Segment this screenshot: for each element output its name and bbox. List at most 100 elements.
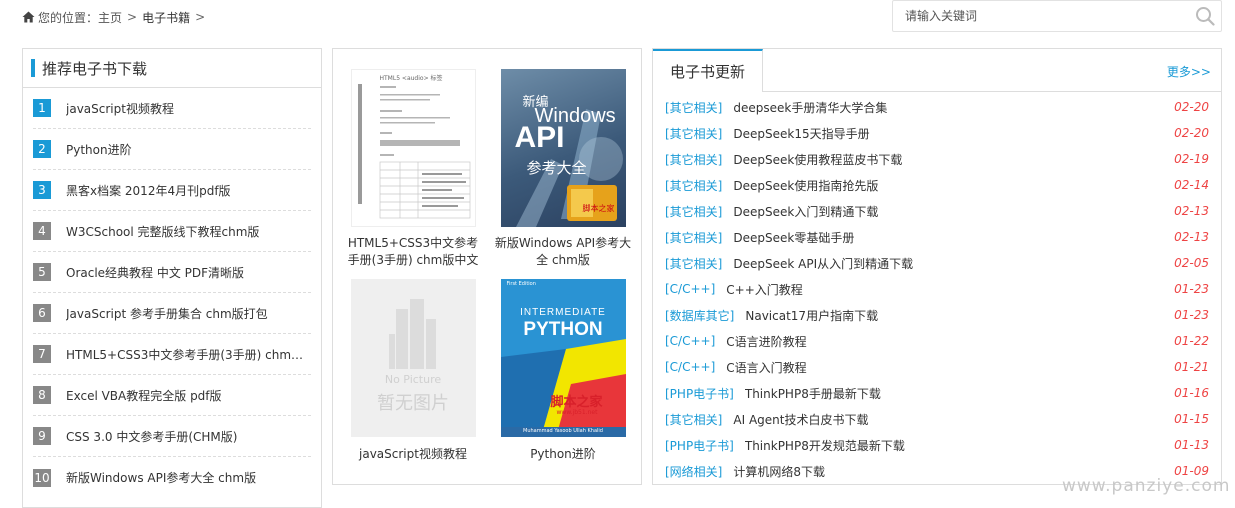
category-link[interactable]: [其它相关] — [665, 151, 722, 168]
list-item[interactable]: 4 W3CSchool 完整版线下教程chm版 — [33, 211, 311, 252]
ebook-link[interactable]: Navicat17用户指南下载 — [745, 307, 1169, 324]
rank-badge: 7 — [33, 345, 51, 363]
category-link[interactable]: [其它相关] — [665, 99, 722, 116]
ebook-link[interactable]: C语言进阶教程 — [726, 333, 1169, 350]
list-item: [C/C++] C语言进阶教程 01-22 — [665, 328, 1209, 354]
category-link[interactable]: [其它相关] — [665, 255, 722, 272]
list-item: [PHP电子书] ThinkPHP8手册最新下载 01-16 — [665, 380, 1209, 406]
list-item[interactable]: 7 HTML5+CSS3中文参考手册(3手册) chm版中文版 — [33, 334, 311, 375]
more-link[interactable]: 更多>> — [1167, 63, 1211, 80]
ebook-link[interactable]: ThinkPHP8开发规范最新下载 — [745, 437, 1169, 454]
rank-badge: 4 — [33, 222, 51, 240]
book-card[interactable]: First Edition INTERMEDIATE PYTHON 脚本之家 w… — [493, 279, 633, 463]
ebook-updates-panel: 电子书更新 更多>> [其它相关] deepseek手册清华大学合集 02-20 [… — [652, 48, 1222, 485]
cover-heading: HTML5 <audio> 标签 — [379, 75, 443, 82]
book-card[interactable]: HTML5 <audio> 标签 HTML5+CSS3中文参考手册(3手册) c… — [343, 69, 483, 269]
ebook-link[interactable]: AI Agent技术白皮书下载 — [733, 411, 1169, 428]
ebook-link[interactable]: DeepSeek入门到精通下载 — [733, 203, 1169, 220]
category-link[interactable]: [C/C++] — [665, 334, 715, 348]
category-link[interactable]: [C/C++] — [665, 282, 715, 296]
ebook-link[interactable]: 黑客x档案 2012年4月刊pdf版 — [66, 182, 231, 199]
update-date: 02-19 — [1174, 152, 1209, 166]
list-item[interactable]: 10 新版Windows API参考大全 chm版 — [33, 457, 311, 498]
list-item[interactable]: 6 JavaScript 参考手册集合 chm版打包 — [33, 293, 311, 334]
book-cover[interactable]: HTML5 <audio> 标签 — [350, 69, 476, 227]
list-item: [其它相关] AI Agent技术白皮书下载 01-15 — [665, 406, 1209, 432]
list-item[interactable]: 3 黑客x档案 2012年4月刊pdf版 — [33, 170, 311, 211]
list-item: [其它相关] DeepSeek使用指南抢先版 02-14 — [665, 172, 1209, 198]
category-link[interactable]: [PHP电子书] — [665, 385, 734, 402]
ebook-link[interactable]: Excel VBA教程完全版 pdf版 — [66, 387, 222, 404]
category-link[interactable]: [数据库其它] — [665, 307, 734, 324]
ebook-link[interactable]: DeepSeek零基础手册 — [733, 229, 1169, 246]
ebook-link[interactable]: DeepSeek API从入门到精通下载 — [733, 255, 1169, 272]
list-item: [PHP电子书] ThinkPHP8开发规范最新下载 01-13 — [665, 432, 1209, 458]
rank-badge: 1 — [33, 99, 51, 117]
ebook-link[interactable]: C++入门教程 — [726, 281, 1169, 298]
ebook-link[interactable]: JavaScript 参考手册集合 chm版打包 — [66, 305, 268, 322]
panel-header: 电子书更新 更多>> — [653, 49, 1221, 93]
category-link[interactable]: [C/C++] — [665, 360, 715, 374]
list-item[interactable]: 2 Python进阶 — [33, 129, 311, 170]
list-item: [其它相关] DeepSeek API从入门到精通下载 02-05 — [665, 250, 1209, 276]
list-item: [数据库其它] Navicat17用户指南下载 01-23 — [665, 302, 1209, 328]
book-title-link[interactable]: HTML5+CSS3中文参考手册(3手册) chm版中文版 — [343, 235, 483, 269]
category-link[interactable]: [其它相关] — [665, 177, 722, 194]
category-link[interactable]: [其它相关] — [665, 229, 722, 246]
ebook-link[interactable]: CSS 3.0 中文参考手册(CHM版) — [66, 428, 237, 445]
ebook-link[interactable]: C语言入门教程 — [726, 359, 1169, 376]
header-accent-bar — [31, 59, 35, 77]
book-cover[interactable]: First Edition INTERMEDIATE PYTHON 脚本之家 w… — [500, 279, 626, 437]
book-title-link[interactable]: javaScript视频教程 — [343, 446, 483, 463]
book-card[interactable]: No Picture 暂无图片 javaScript视频教程 — [343, 279, 483, 463]
ebook-link[interactable]: javaScript视频教程 — [66, 100, 174, 117]
list-item[interactable]: 8 Excel VBA教程完全版 pdf版 — [33, 375, 311, 416]
category-link[interactable]: [PHP电子书] — [665, 437, 734, 454]
update-date: 01-16 — [1174, 386, 1209, 400]
ebook-link[interactable]: Python进阶 — [66, 141, 132, 158]
category-link[interactable]: [其它相关] — [665, 203, 722, 220]
update-date: 02-20 — [1174, 126, 1209, 140]
featured-books-panel: HTML5 <audio> 标签 HTML5+CSS3中文参考手册(3手册) c… — [332, 48, 642, 485]
list-item: [C/C++] C语言入门教程 01-21 — [665, 354, 1209, 380]
book-title-link[interactable]: Python进阶 — [493, 446, 633, 463]
ebook-link[interactable]: 新版Windows API参考大全 chm版 — [66, 469, 256, 486]
list-item[interactable]: 5 Oracle经典教程 中文 PDF清晰版 — [33, 252, 311, 293]
book-cover[interactable]: No Picture 暂无图片 — [350, 279, 476, 437]
category-link[interactable]: [其它相关] — [665, 125, 722, 142]
updates-list: [其它相关] deepseek手册清华大学合集 02-20 [其它相关] DeepSe… — [653, 94, 1221, 484]
update-date: 01-13 — [1174, 438, 1209, 452]
ebook-link[interactable]: DeepSeek使用指南抢先版 — [733, 177, 1169, 194]
book-cover[interactable]: 新编 Windows API 参考大全 脚本之家 — [500, 69, 626, 227]
category-link[interactable]: [网络相关] — [665, 463, 722, 480]
home-icon — [22, 11, 35, 23]
ebook-link[interactable]: DeepSeek15天指导手册 — [733, 125, 1169, 142]
search-input[interactable] — [893, 1, 1189, 31]
ebook-link[interactable]: Oracle经典教程 中文 PDF清晰版 — [66, 264, 244, 281]
ebook-link[interactable]: ThinkPHP8手册最新下载 — [745, 385, 1169, 402]
ebook-link[interactable]: HTML5+CSS3中文参考手册(3手册) chm版中文版 — [66, 346, 311, 363]
rank-badge: 6 — [33, 304, 51, 322]
list-item[interactable]: 9 CSS 3.0 中文参考手册(CHM版) — [33, 416, 311, 457]
update-date: 02-14 — [1174, 178, 1209, 192]
breadcrumb-current-link[interactable]: 电子书籍 — [142, 9, 190, 26]
tab-ebook-updates[interactable]: 电子书更新 — [653, 49, 763, 93]
panel-header: 推荐电子书下载 — [23, 49, 321, 88]
book-card[interactable]: 新编 Windows API 参考大全 脚本之家 新版Windows API参考… — [493, 69, 633, 269]
list-item[interactable]: 1 javaScript视频教程 — [33, 88, 311, 129]
ebook-link[interactable]: deepseek手册清华大学合集 — [733, 99, 1169, 116]
breadcrumb-home-link[interactable]: 主页 — [98, 9, 122, 26]
category-link[interactable]: [其它相关] — [665, 411, 722, 428]
cover-author: Muhammad Yasoob Ullah Khalid — [523, 428, 603, 434]
book-title-link[interactable]: 新版Windows API参考大全 chm版 — [493, 235, 633, 269]
search-button[interactable] — [1189, 1, 1221, 31]
cover-title-line2: PYTHON — [523, 319, 603, 340]
ebook-link[interactable]: W3CSchool 完整版线下教程chm版 — [66, 223, 259, 240]
search-box — [892, 0, 1222, 32]
cover-text-line3: API — [514, 121, 565, 154]
document-page-image — [351, 70, 475, 226]
update-date: 02-13 — [1174, 204, 1209, 218]
update-date: 01-23 — [1174, 282, 1209, 296]
breadcrumb: 您的位置： 主页 > 电子书籍 > — [22, 8, 210, 26]
ebook-link[interactable]: DeepSeek使用教程蓝皮书下载 — [733, 151, 1169, 168]
